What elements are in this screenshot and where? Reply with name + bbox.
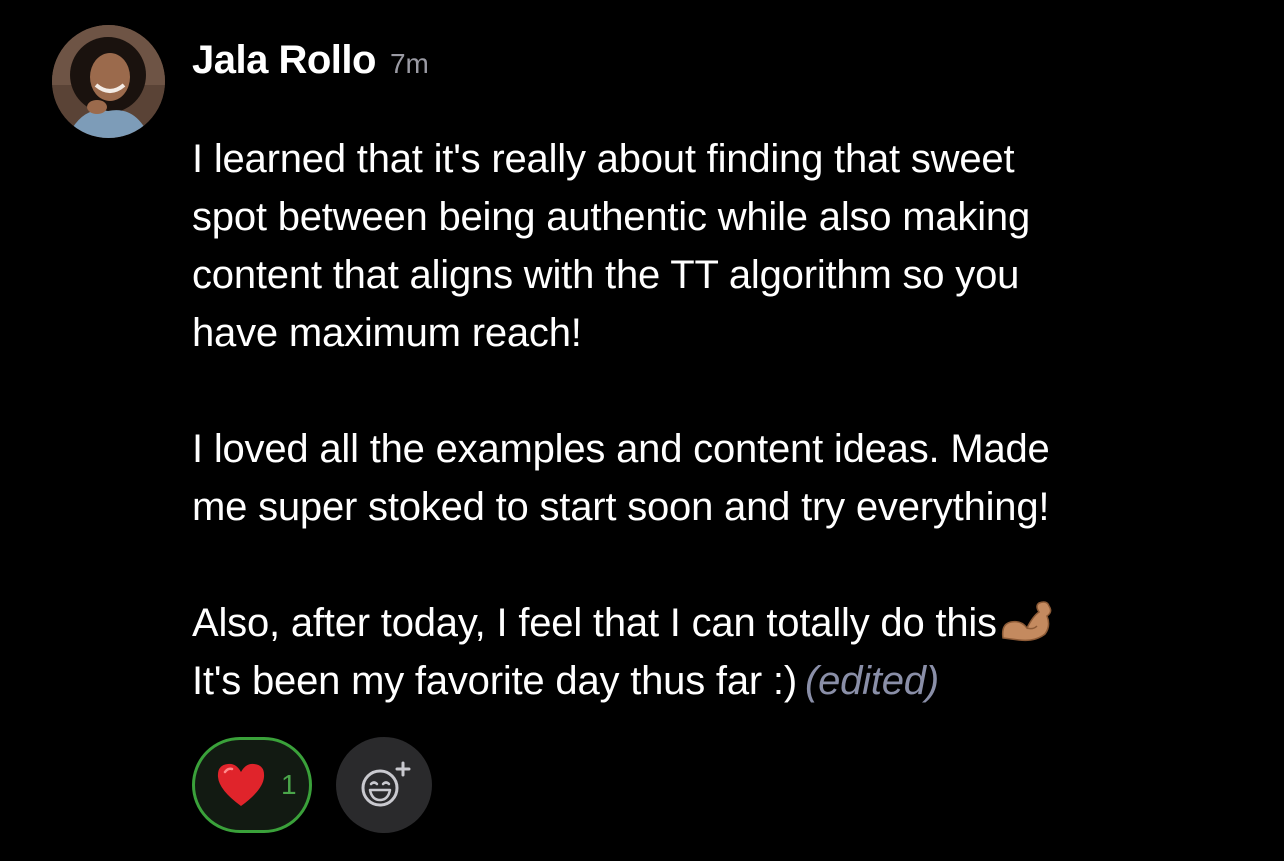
- text-line: I loved all the examples and content ide…: [192, 427, 1050, 471]
- text-line: I learned that it's really about finding…: [192, 137, 1015, 181]
- chat-message: Jala Rollo 7m I learned that it's really…: [0, 0, 1284, 861]
- flexed-biceps-icon: [1001, 601, 1052, 642]
- text-line-with-emoji: Also, after today, I feel that I can tot…: [192, 594, 1232, 652]
- reactions-bar: 1: [192, 737, 432, 833]
- author-name[interactable]: Jala Rollo: [192, 38, 376, 83]
- avatar[interactable]: [52, 25, 165, 138]
- text-line: have maximum reach!: [192, 311, 582, 355]
- paragraph: I loved all the examples and content ide…: [192, 420, 1232, 536]
- text-line: spot between being authentic while also …: [192, 195, 1031, 239]
- avatar-photo: [52, 25, 165, 138]
- text-line: It's been my favorite day thus far :) (ed…: [192, 652, 1232, 710]
- message-body: I learned that it's really about finding…: [192, 130, 1232, 710]
- add-reaction-icon: [361, 761, 411, 807]
- text-segment: It's been my favorite day thus far :): [192, 659, 797, 703]
- text-line: me super stoked to start soon and try ev…: [192, 485, 1050, 529]
- edited-label: (edited): [804, 659, 939, 703]
- text-line: content that aligns with the TT algorith…: [192, 253, 1020, 297]
- message-timestamp[interactable]: 7m: [390, 48, 429, 80]
- paragraph: Also, after today, I feel that I can tot…: [192, 594, 1232, 710]
- reaction-count: 1: [281, 769, 297, 800]
- add-reaction-button[interactable]: [336, 737, 432, 833]
- heart-icon: [217, 763, 265, 806]
- paragraph: I learned that it's really about finding…: [192, 130, 1232, 362]
- heart-reaction-button[interactable]: 1: [192, 737, 312, 833]
- text-segment: Also, after today, I feel that I can tot…: [192, 601, 997, 645]
- message-header: Jala Rollo 7m: [192, 38, 429, 83]
